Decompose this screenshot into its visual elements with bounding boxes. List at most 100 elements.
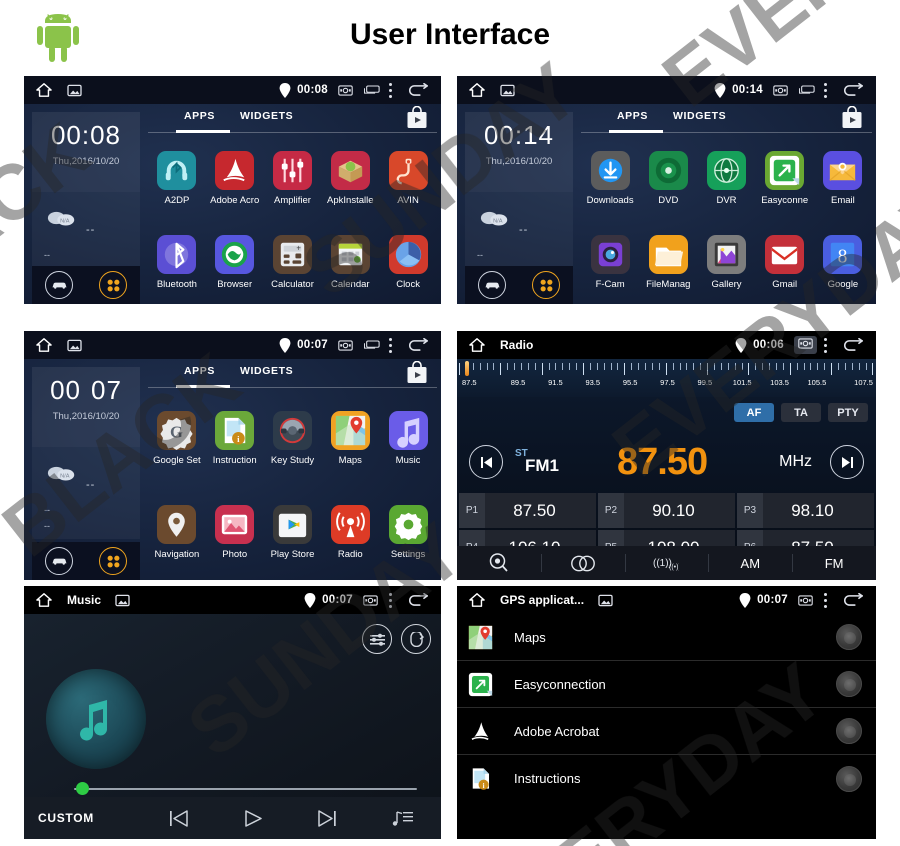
a2dp-headset-icon[interactable] (157, 150, 197, 190)
camera-icon[interactable] (338, 84, 353, 96)
skip-previous-icon[interactable] (469, 445, 503, 479)
previous-track-icon[interactable] (141, 809, 216, 828)
clock-widget[interactable]: 00:14 Thu,2016/10/20 (465, 112, 573, 192)
recent-apps-icon[interactable] (364, 340, 380, 350)
home-icon[interactable] (35, 592, 53, 608)
progress-slider[interactable] (74, 782, 417, 795)
file-manager-icon[interactable] (648, 234, 688, 274)
clock-icon[interactable] (388, 234, 428, 274)
frequency-dial[interactable]: 87.5 89.5 91.5 93.5 95.5 97.5 99.5 101.5 103.5 10… (457, 359, 876, 397)
app-cell-calculator[interactable]: + Calculator (264, 220, 322, 304)
tab-apps[interactable]: APPS (184, 365, 215, 377)
recent-apps-icon[interactable] (364, 85, 380, 95)
downloads-icon[interactable] (590, 150, 630, 190)
app-cell-gallery[interactable]: Gallery (697, 220, 755, 304)
instructions-icon[interactable]: i (215, 410, 255, 450)
camera-icon[interactable] (363, 594, 378, 606)
car-icon[interactable] (45, 547, 73, 575)
tab-widgets[interactable]: WIDGETS (240, 365, 293, 377)
gps-app-radio-button[interactable] (836, 718, 862, 744)
next-track-icon[interactable] (291, 809, 366, 828)
easyconnection-icon[interactable] (765, 150, 805, 190)
more-vertical-icon[interactable] (824, 337, 828, 353)
app-cell-calendar[interactable]: Calendar (321, 220, 379, 304)
gps-app-radio-button[interactable] (836, 624, 862, 650)
more-vertical-icon[interactable] (389, 592, 393, 608)
rds-ta-button[interactable]: TA (781, 403, 821, 422)
play-icon[interactable] (216, 809, 291, 828)
image-icon[interactable] (500, 84, 515, 97)
calendar-icon[interactable] (330, 234, 370, 274)
app-cell-navigation[interactable]: Navigation (148, 486, 206, 581)
play-store-bag-icon[interactable] (405, 361, 429, 385)
home-icon[interactable] (35, 337, 53, 353)
rds-af-button[interactable]: AF (734, 403, 774, 422)
home-icon[interactable] (468, 82, 486, 98)
app-cell-amplifier[interactable]: Amplifier (264, 136, 322, 220)
back-arrow-icon[interactable] (842, 338, 864, 352)
custom-eq-button[interactable]: CUSTOM (24, 811, 141, 825)
calculator-icon[interactable]: + (272, 234, 312, 274)
image-icon[interactable] (598, 594, 613, 607)
gps-app-radio-button[interactable] (836, 671, 862, 697)
apk-installer-icon[interactable] (330, 150, 370, 190)
camera-icon[interactable] (338, 339, 353, 351)
app-cell-downloads[interactable]: Downloads (581, 136, 639, 220)
app-cell-adobe-acro[interactable]: Adobe Acro (206, 136, 264, 220)
browser-globe-icon[interactable] (215, 234, 255, 274)
app-cell-browser[interactable]: Browser (206, 220, 264, 304)
equalizer-icon[interactable] (362, 624, 392, 654)
bluetooth-icon[interactable] (157, 234, 197, 274)
google-icon[interactable]: 8 (823, 234, 863, 274)
search-scan-icon[interactable] (457, 546, 541, 580)
email-icon[interactable] (823, 150, 863, 190)
app-cell-music[interactable]: Music (379, 391, 437, 486)
back-arrow-icon[interactable] (842, 593, 864, 607)
weather-widget[interactable]: N/A -- -- -- (32, 447, 140, 539)
navigation-icon[interactable] (157, 505, 197, 545)
app-cell-google[interactable]: 8 Google (814, 220, 872, 304)
repeat-icon[interactable] (401, 624, 431, 654)
home-icon[interactable] (468, 337, 486, 353)
play-store-icon[interactable] (272, 505, 312, 545)
app-cell-bluetooth[interactable]: Bluetooth (148, 220, 206, 304)
more-vertical-icon[interactable] (389, 82, 393, 98)
back-arrow-icon[interactable] (407, 593, 429, 607)
more-vertical-icon[interactable] (389, 337, 393, 353)
dvr-icon[interactable] (706, 150, 746, 190)
camera-icon[interactable] (773, 84, 788, 96)
app-cell-dvr[interactable]: DVR (697, 136, 755, 220)
gallery-icon[interactable] (706, 234, 746, 274)
key-study-icon[interactable] (272, 410, 312, 450)
more-vertical-icon[interactable] (824, 592, 828, 608)
app-cell-clock[interactable]: Clock (379, 220, 437, 304)
app-cell-dvd[interactable]: DVD (639, 136, 697, 220)
image-icon[interactable] (115, 594, 130, 607)
maps-icon[interactable] (330, 410, 370, 450)
home-icon[interactable] (468, 592, 486, 608)
local-distant-icon[interactable]: ((1))((•)) (624, 546, 709, 580)
clock-widget[interactable]: 00 07 Thu,2016/10/20 (32, 367, 140, 447)
album-art[interactable] (46, 669, 146, 769)
play-store-bag-icon[interactable] (405, 106, 429, 130)
more-vertical-icon[interactable] (824, 82, 828, 98)
dial-marker[interactable] (465, 361, 469, 376)
back-arrow-icon[interactable] (842, 83, 864, 97)
amplifier-icon[interactable] (272, 150, 312, 190)
settings-gear-icon[interactable] (388, 505, 428, 545)
app-cell-instruction[interactable]: i Instruction (206, 391, 264, 486)
gps-app-row[interactable]: Easyconnection (457, 661, 876, 708)
car-icon[interactable] (478, 271, 506, 299)
tab-apps[interactable]: APPS (617, 110, 648, 122)
app-cell-f-cam[interactable]: F-Cam (581, 220, 639, 304)
play-store-bag-icon[interactable] (840, 106, 864, 130)
car-icon[interactable] (45, 271, 73, 299)
preset-p1[interactable]: P1 87.50 (459, 493, 596, 528)
all-apps-icon[interactable] (99, 271, 127, 299)
app-cell-avin[interactable]: AVIN (379, 136, 437, 220)
stereo-mono-icon[interactable] (540, 546, 625, 580)
app-cell-email[interactable]: Email (814, 136, 872, 220)
image-icon[interactable] (67, 84, 82, 97)
tab-widgets[interactable]: WIDGETS (673, 110, 726, 122)
gps-app-row[interactable]: i Instructions (457, 755, 876, 802)
